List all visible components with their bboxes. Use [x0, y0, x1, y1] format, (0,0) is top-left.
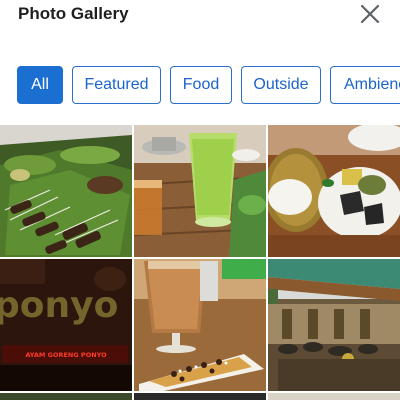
photo-partial-3[interactable] [268, 393, 400, 400]
photo-satay[interactable] [0, 125, 132, 257]
photo-drinks[interactable] [134, 125, 266, 257]
photo-rice-plate[interactable] [268, 125, 400, 257]
photo-grid: ponyo AYAM GORENG PONYO [0, 125, 400, 400]
tab-food[interactable]: Food [170, 66, 232, 104]
tab-all[interactable]: All [17, 66, 63, 104]
sign-subtext: AYAM GORENG PONYO [25, 351, 107, 359]
photo-partial-2[interactable] [134, 393, 266, 400]
photo-outdoor-dining[interactable] [268, 259, 400, 391]
photo-neon-sign[interactable]: ponyo AYAM GORENG PONYO [0, 259, 132, 391]
category-tabs: All Featured Food Outside Ambience [0, 66, 400, 104]
page-title: Photo Gallery [18, 4, 129, 23]
photo-partial-1[interactable] [0, 393, 132, 400]
close-button[interactable] [360, 4, 380, 24]
header-bar: Photo Gallery [0, 0, 400, 34]
photo-coffee-dessert[interactable] [134, 259, 266, 391]
close-icon [360, 4, 380, 24]
tab-ambience[interactable]: Ambience [330, 66, 400, 104]
tab-outside[interactable]: Outside [241, 66, 321, 104]
tab-featured[interactable]: Featured [72, 66, 161, 104]
sign-text: ponyo [0, 285, 118, 326]
